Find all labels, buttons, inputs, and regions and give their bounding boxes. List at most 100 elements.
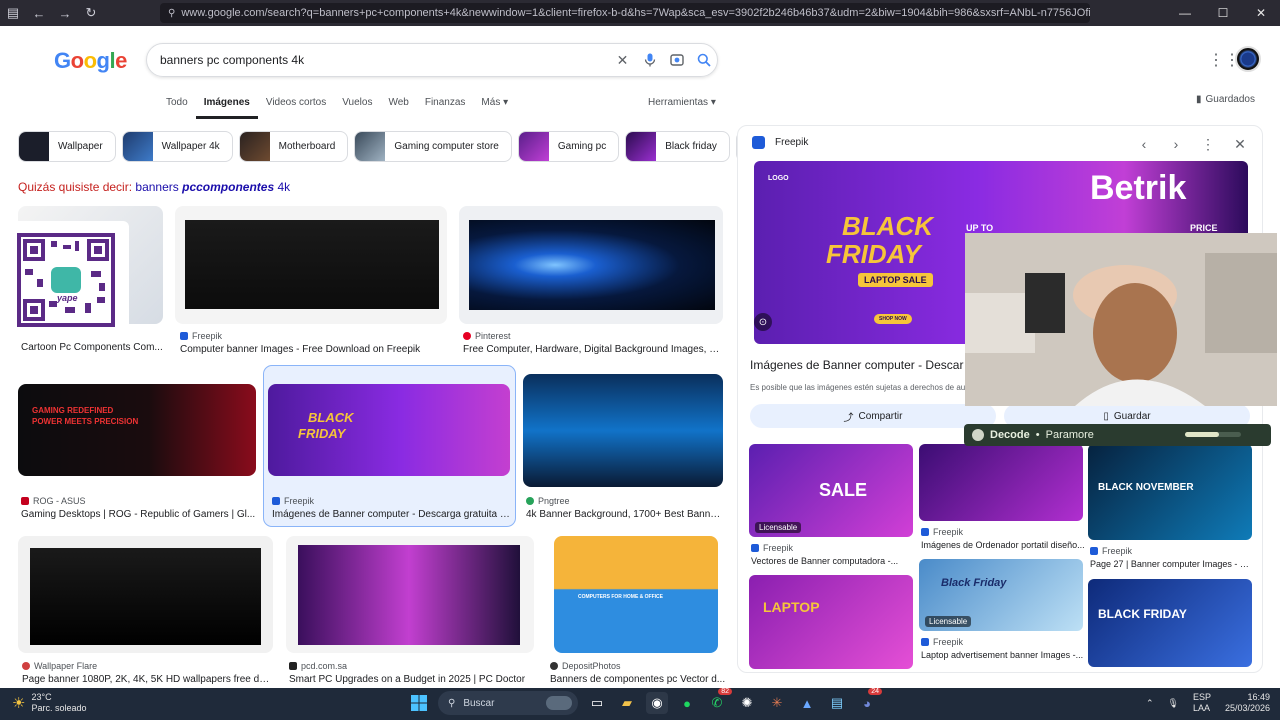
chatgpt-icon[interactable]: ✺	[736, 692, 758, 714]
related-image-thumb: Black Friday Licensable	[919, 559, 1083, 631]
chip-label: Gaming computer store	[394, 141, 499, 152]
related-chips: Wallpaper Wallpaper 4k Motherboard Gamin…	[18, 131, 760, 162]
tab-todo[interactable]: Todo	[158, 96, 196, 119]
avatar[interactable]	[1235, 46, 1261, 72]
image-result[interactable]: Pinterest Free Computer, Hardware, Digit…	[459, 206, 727, 356]
reload-icon[interactable]: ↻	[78, 0, 104, 26]
previous-icon[interactable]: ‹	[1132, 134, 1156, 154]
result-title: Gaming Desktops | ROG - Republic of Game…	[21, 509, 256, 520]
windows-start-icon[interactable]	[408, 692, 430, 714]
image-result[interactable]: Wallpaper Flare Page banner 1080P, 2K, 4…	[18, 536, 273, 688]
search-box[interactable]: banners pc components 4k ✕	[146, 43, 718, 77]
chip-wallpaper-4k[interactable]: Wallpaper 4k	[121, 131, 233, 162]
webcam-overlay	[965, 233, 1277, 406]
minimize-icon[interactable]: —	[1166, 0, 1204, 26]
task-view-icon[interactable]: ▭	[586, 692, 608, 714]
image-result[interactable]: pcd.com.sa Smart PC Upgrades on a Budget…	[286, 536, 536, 688]
result-source-label: Pinterest	[475, 331, 511, 341]
lens-search-icon[interactable]: ⊙	[754, 313, 772, 331]
date: 25/03/2026	[1224, 703, 1270, 713]
next-icon[interactable]: ›	[1164, 134, 1188, 154]
microphone-icon[interactable]: 🎙	[1168, 698, 1179, 709]
image-result[interactable]: COMPUTERS FOR HOME & OFFICE DepositPhoto…	[548, 536, 728, 688]
weather-widget[interactable]: ☀ 23°C Parc. soleado	[12, 692, 87, 714]
sun-cloud-icon: ☀	[12, 694, 26, 712]
close-icon[interactable]: ✕	[1228, 134, 1252, 154]
tab-mas-label: Más	[481, 97, 501, 108]
tab-videos-cortos[interactable]: Videos cortos	[258, 96, 334, 119]
discord-badge: 24	[868, 688, 882, 695]
site-info-icon[interactable]: ⚲	[168, 8, 175, 19]
preview-laptop-sale: LAPTOP SALE	[858, 273, 933, 287]
corrected-query-link[interactable]: banners pccomponentes 4k	[135, 180, 290, 194]
chip-black-friday[interactable]: Black friday	[625, 131, 730, 162]
related-title: Vectores de Banner computadora -...	[751, 556, 899, 566]
image-result[interactable]: GAMING REDEFINED POWER MEETS PRECISION R…	[18, 371, 258, 523]
browser-toolbar: ▤ ← → ↻ ⚲ www.google.com/search?q=banner…	[0, 0, 1280, 26]
chevron-down-icon: ▾	[710, 97, 716, 108]
claude-icon[interactable]: ✳	[766, 692, 788, 714]
more-options-icon[interactable]: ⋮	[1196, 134, 1220, 154]
related-image[interactable]: SALE Licensable Freepik Vectores de Bann…	[749, 444, 915, 574]
related-image-thumb	[919, 444, 1083, 521]
close-window-icon[interactable]: ✕	[1242, 0, 1280, 26]
file-explorer-icon[interactable]: ▰	[616, 692, 638, 714]
share-button[interactable]: ⤴ Compartir	[750, 404, 996, 428]
url-bar[interactable]: ⚲ www.google.com/search?q=banners+pc+com…	[160, 3, 1090, 23]
freepik-icon	[180, 332, 188, 340]
clock[interactable]: 16:49 25/03/2026	[1225, 692, 1270, 714]
microphone-icon[interactable]	[636, 45, 663, 75]
notes-icon[interactable]: ▤	[826, 692, 848, 714]
discord-icon[interactable]: ◕ 24	[856, 688, 882, 714]
related-image[interactable]: BLACK FRIDAY	[1088, 579, 1254, 671]
related-image[interactable]: LAPTOP	[749, 575, 915, 672]
related-image-text: LAPTOP	[763, 599, 820, 615]
chip-gaming-computer-store[interactable]: Gaming computer store	[354, 131, 512, 162]
song-title: Decode	[990, 429, 1030, 441]
chip-gaming-pc[interactable]: Gaming pc	[517, 131, 620, 162]
related-image[interactable]: Freepik Imágenes de Ordenador portatil d…	[919, 444, 1085, 574]
chip-wallpaper[interactable]: Wallpaper	[18, 131, 116, 162]
panel-source[interactable]: Freepik	[775, 137, 808, 148]
app-a-icon[interactable]: ▲	[796, 692, 818, 714]
chip-motherboard[interactable]: Motherboard	[238, 131, 349, 162]
image-result-selected[interactable]: BLACK FRIDAY Freepik Imágenes de Banner …	[268, 371, 513, 523]
saved-link[interactable]: ▮ Guardados	[1196, 94, 1255, 105]
tab-imagenes[interactable]: Imágenes	[195, 96, 258, 119]
taskbar-apps: ⚲ Buscar ▭ ▰ ◉ ● ✆ 82 ✺ ✳ ▲ ▤ ◕ 24	[408, 688, 882, 715]
google-logo[interactable]: Google	[54, 48, 127, 74]
related-source-label: Freepik	[1102, 546, 1133, 556]
spotify-icon[interactable]: ●	[676, 692, 698, 714]
image-result[interactable]: Pngtree 4k Banner Background, 1700+ Best…	[523, 371, 728, 523]
lens-icon[interactable]	[663, 45, 690, 75]
whatsapp-icon[interactable]: ✆ 82	[706, 688, 732, 714]
tab-vuelos[interactable]: Vuelos	[334, 96, 380, 119]
result-image	[18, 536, 273, 653]
search-input[interactable]: banners pc components 4k	[160, 53, 609, 67]
clear-icon[interactable]: ✕	[609, 45, 636, 75]
obs-icon[interactable]: ◉	[646, 692, 668, 714]
tab-finanzas[interactable]: Finanzas	[417, 96, 474, 119]
sidebar-icon[interactable]: ▤	[0, 0, 26, 26]
image-result[interactable]: Freepik Computer banner Images - Free Do…	[175, 206, 447, 356]
panel-title[interactable]: Imágenes de Banner computer - Descar	[750, 358, 963, 372]
share-icon: ⤴	[843, 412, 854, 424]
result-image	[459, 206, 723, 324]
tools-menu[interactable]: Herramientas ▾	[648, 97, 716, 108]
related-source-label: Freepik	[933, 527, 964, 537]
language-indicator[interactable]: ESP LAA	[1193, 692, 1211, 714]
result-source: Pngtree	[526, 496, 570, 506]
chevron-up-icon[interactable]: ⌃	[1146, 698, 1154, 709]
maximize-icon[interactable]: ☐	[1204, 0, 1242, 26]
related-image[interactable]: BLACK NOVEMBER Freepik Page 27 | Banner …	[1088, 444, 1254, 574]
tab-web[interactable]: Web	[380, 96, 416, 119]
taskbar-search[interactable]: ⚲ Buscar	[438, 691, 578, 715]
back-icon[interactable]: ←	[26, 0, 52, 26]
save-label: Guardar	[1113, 410, 1151, 422]
freepik-icon	[752, 136, 765, 149]
related-image[interactable]: Black Friday Licensable Freepik Laptop a…	[919, 559, 1085, 660]
tab-mas[interactable]: Más ▾	[473, 96, 516, 119]
search-icon[interactable]	[690, 45, 717, 75]
forward-icon[interactable]: →	[52, 0, 78, 26]
related-title: Imágenes de Ordenador portatil diseño...	[921, 540, 1085, 550]
